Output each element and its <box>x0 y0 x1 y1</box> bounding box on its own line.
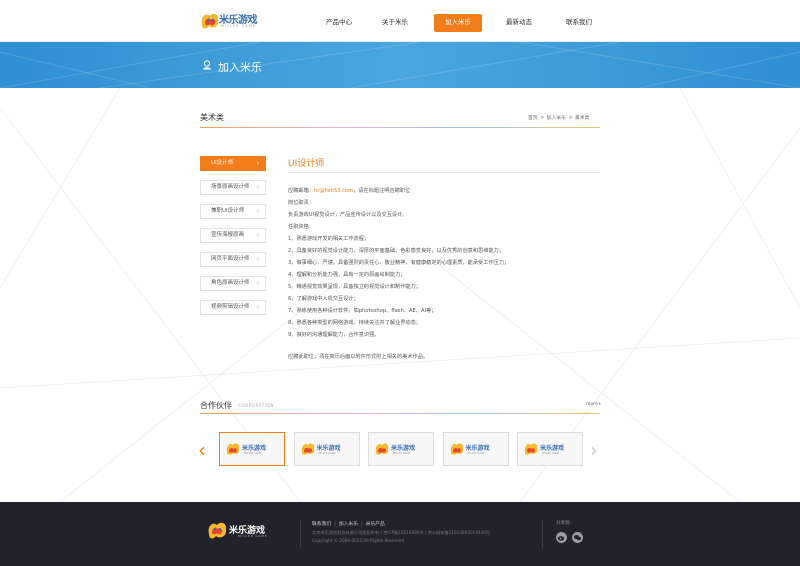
partner-logo-card[interactable]: 米乐游戏 MILLER GAME <box>293 432 360 466</box>
partner-subtitle: MILLER GAME <box>467 452 485 455</box>
breadcrumb-sep: > <box>568 116 573 121</box>
nav-about[interactable]: 关于米乐 <box>372 14 418 32</box>
top-header: 米乐游戏 MILLER GAME 产品中心 关于米乐 加入米乐 最新动态 联系我… <box>0 0 800 42</box>
sidebar-item-ui-designer[interactable]: UI设计师 › <box>200 156 266 171</box>
footer-divider <box>542 520 543 548</box>
sidebar-item-parttime-ui[interactable]: 兼职UI设计师 › <box>200 204 266 219</box>
footer-brand-subtitle: MILLER GAME <box>238 534 268 538</box>
requirement-item: 8、熟悉各种类型的网络游戏，持续关注并了解业界动态； <box>288 320 421 326</box>
chevron-right-icon: › <box>256 232 259 239</box>
partner-subtitle: MILLER GAME <box>542 452 560 455</box>
sidebar-item-label: 场景原画设计师 <box>211 184 250 190</box>
partner-logo-card[interactable]: 米乐游戏 MILLER GAME <box>219 432 285 466</box>
breadcrumb: 首页 > 加入米乐 > 美术类 <box>528 114 590 121</box>
requirement-item: 1、熟悉游戏开发的相关工作流程； <box>288 236 370 242</box>
partners-divider <box>200 413 600 414</box>
breadcrumb-home[interactable]: 首页 <box>528 116 538 121</box>
wechat-icon[interactable] <box>572 532 583 543</box>
duty-text: 负责游戏UI视觉设计，产品宣传设计以及交互设计。 <box>288 212 408 218</box>
user-icon <box>203 60 211 70</box>
partner-name: 米乐游戏 <box>242 445 267 452</box>
sidebar-item-label: UI设计师 <box>211 160 234 166</box>
job-divider <box>288 172 600 173</box>
partner-logo-card[interactable]: 米乐游戏 MILLER GAME <box>442 432 509 466</box>
share-label: 分享到： <box>556 521 574 526</box>
sidebar-item-label: 网页平面设计师 <box>211 256 250 262</box>
duty-heading: 岗位职责： <box>288 200 314 206</box>
weibo-icon[interactable] <box>556 532 567 543</box>
footer-link-join[interactable]: 加入米乐 <box>339 522 358 527</box>
footer-legal-line: 北京米乐游戏科技有限公司版权所有 | 京ICP备10216680号 | 京公网安… <box>312 530 491 535</box>
sidebar-item-web-designer[interactable]: 网页平面设计师 › <box>200 252 266 267</box>
chevron-right-icon: › <box>256 184 259 191</box>
partner-logo-card[interactable]: 米乐游戏 MILLER GAME <box>368 432 434 466</box>
footer-link-products[interactable]: 米乐产品 <box>366 522 385 527</box>
requirement-item: 3、做事细心、严谨，具备强烈的责任心、敬业精神，有健康稳定的心理素质，能承受工作… <box>288 260 510 266</box>
footer-icp[interactable]: 京ICP备10216680号 <box>383 530 424 535</box>
partner-name: 米乐游戏 <box>540 445 565 452</box>
nav-products[interactable]: 产品中心 <box>316 14 362 32</box>
closing-note: 应聘此职位，须在简历后面以附件形式附上相关的美术作品。 <box>288 354 429 360</box>
partner-name: 米乐游戏 <box>316 445 341 452</box>
requirement-item: 6、了解游戏中人机交互设计； <box>288 296 359 302</box>
chevron-right-icon: › <box>256 256 259 263</box>
requirement-item: 4、理解和分析能力强，具有一定的原画绘制能力； <box>288 272 406 278</box>
requirement-item: 2、具备良好的视觉设计能力，深厚的平面基础，色彩感觉良好，以及优秀的创意和思维能… <box>288 248 504 254</box>
chevron-right-icon[interactable]: › <box>590 440 598 460</box>
banner-title: 加入米乐 <box>218 61 262 74</box>
partner-subtitle: MILLER GAME <box>244 452 262 455</box>
email-note: ，请在标题注明应聘职位 <box>353 188 411 194</box>
footer-police[interactable]: 京公网安备11010802014440号 <box>428 530 490 535</box>
chevron-right-icon: › <box>256 280 259 287</box>
requirements-heading: 任职资格： <box>288 224 314 230</box>
requirement-item: 7、熟练使用各种设计软件，如photoshop、flash、AE、AI等； <box>288 308 437 314</box>
partners-more-link[interactable]: more+ <box>586 402 601 407</box>
nav-join[interactable]: 加入米乐 <box>434 14 482 32</box>
footer-company: 北京米乐游戏科技有限公司版权所有 <box>312 530 380 535</box>
page-banner <box>0 42 800 88</box>
breadcrumb-join[interactable]: 加入米乐 <box>547 116 566 121</box>
sidebar-item-poster-art[interactable]: 宣传海报原画 › <box>200 228 266 243</box>
breadcrumb-sep: > <box>540 116 545 121</box>
partner-name: 米乐游戏 <box>391 445 416 452</box>
sidebar-item-label: 角色原画设计师 <box>211 280 250 286</box>
requirement-item: 5、精通视觉效果呈现，具备独立的视觉设计和制作能力； <box>288 284 421 290</box>
email-line: 应聘邮箱：hr@fish53.com，请在标题注明应聘职位 <box>288 187 410 194</box>
sidebar-item-label: 宣传海报原画 <box>211 232 245 238</box>
section-title: 美术类 <box>200 113 224 122</box>
main-nav: 产品中心 关于米乐 加入米乐 最新动态 联系我们 <box>0 14 800 32</box>
nav-news[interactable]: 最新动态 <box>496 14 542 32</box>
section-divider <box>200 127 600 128</box>
footer-copyright: Copyright © 2009-2015 All Rights Reserve… <box>312 538 405 543</box>
sidebar-item-label: 兼职UI设计师 <box>211 208 245 214</box>
sidebar-item-scene-artist[interactable]: 场景原画设计师 › <box>200 180 266 195</box>
chevron-right-icon: › <box>256 304 259 311</box>
footer-links: 联系我们 | 加入米乐 | 米乐产品 <box>312 522 385 527</box>
email-label: 应聘邮箱： <box>288 188 314 194</box>
partner-logo-card[interactable]: 米乐游戏 MILLER GAME <box>517 432 583 466</box>
footer-divider <box>300 520 301 548</box>
nav-contact[interactable]: 联系我们 <box>556 14 602 32</box>
breadcrumb-current: 美术类 <box>575 116 590 121</box>
sidebar-item-character-artist[interactable]: 角色原画设计师 › <box>200 276 266 291</box>
partners-title: 合作伙伴 <box>200 401 232 410</box>
chevron-right-icon: › <box>256 160 259 167</box>
job-title: UI设计师 <box>288 159 325 169</box>
partner-subtitle: MILLER GAME <box>393 452 411 455</box>
sidebar-item-label: 视频剪辑设计师 <box>211 304 250 310</box>
email-link[interactable]: hr@fish53.com <box>314 188 353 194</box>
requirement-item: 9、良好的沟通理解能力，合作意识强。 <box>288 332 380 338</box>
chevron-right-icon: › <box>256 208 259 215</box>
footer-link-contact[interactable]: 联系我们 <box>312 522 331 527</box>
sidebar-item-video-editor[interactable]: 视频剪辑设计师 › <box>200 300 266 315</box>
chevron-left-icon[interactable]: ‹ <box>198 440 206 460</box>
banner-decoration <box>0 42 800 88</box>
partner-name: 米乐游戏 <box>465 445 490 452</box>
partner-subtitle: MILLER GAME <box>318 452 336 455</box>
partners-subtitle: CORPORATION <box>238 403 274 408</box>
